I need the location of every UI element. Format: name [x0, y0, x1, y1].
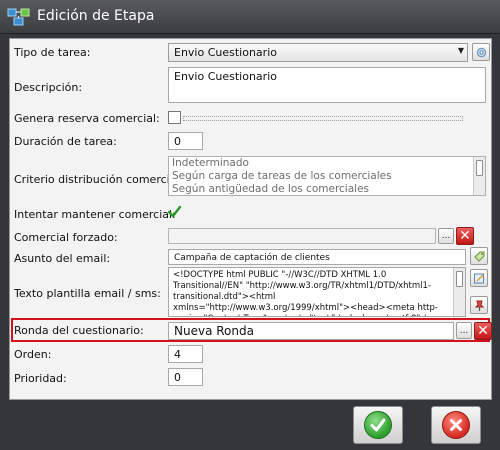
prioridad-input[interactable]: 0 [168, 368, 203, 386]
plantilla-value: <!DOCTYPE html PUBLIC "-//W3C//DTD XHTML… [173, 270, 438, 316]
asunto-value: Campaña de captación de clientes [174, 253, 330, 263]
mantener-checkbox-checked[interactable] [167, 205, 182, 219]
prioridad-label: Prioridad: [14, 372, 67, 385]
ronda-input[interactable]: Nueva Ronda [168, 322, 454, 340]
pin-icon [474, 300, 484, 311]
comercial-forzado-label: Comercial forzado: [14, 231, 118, 244]
comercial-forzado-input[interactable] [168, 228, 436, 244]
orden-value: 4 [174, 348, 181, 361]
accept-icon [364, 411, 392, 439]
tipo-tarea-value: Envio Cuestionario [174, 46, 277, 59]
descripcion-value: Envio Cuestionario [174, 70, 277, 83]
asunto-input[interactable]: Campaña de captación de clientes [168, 249, 466, 265]
tipo-tarea-label: Tipo de tarea: [14, 46, 91, 59]
chevron-down-icon: ▼ [457, 46, 464, 55]
window-title: Edición de Etapa [37, 8, 155, 24]
orden-input[interactable]: 4 [168, 345, 203, 363]
duracion-input[interactable]: 0 [168, 132, 203, 150]
ronda-value: Nueva Ronda [174, 324, 254, 338]
prioridad-value: 0 [174, 371, 181, 384]
cancel-icon [442, 411, 470, 439]
close-icon: ✕ [477, 323, 489, 339]
puzzle-settings-icon [476, 47, 486, 57]
comercial-browse-label: ... [441, 231, 451, 241]
list-item[interactable]: Según carga de tareas de los comerciales [169, 170, 485, 183]
comercial-browse-button[interactable]: ... [438, 228, 454, 244]
edit-template-icon [473, 273, 484, 283]
tipo-tarea-select[interactable]: Envio Cuestionario ▼ [168, 43, 468, 62]
asunto-tag-button[interactable] [470, 247, 488, 265]
mantener-label: Intentar mantener comercial: [14, 208, 176, 221]
list-item[interactable]: Según antigüedad de los comerciales [169, 183, 485, 195]
genera-reserva-checkbox[interactable] [168, 111, 181, 124]
descripcion-textarea[interactable]: Envio Cuestionario [168, 67, 486, 103]
ronda-clear-button[interactable]: ✕ [474, 322, 492, 340]
stage-icon [7, 8, 30, 26]
plantilla-edit-button[interactable] [470, 269, 488, 287]
edit-stage-dialog: Edición de Etapa Tipo de tarea: Envio Cu… [0, 0, 500, 450]
close-icon: ✕ [459, 228, 471, 244]
settings-button[interactable] [472, 43, 490, 61]
tag-icon [473, 251, 484, 262]
duracion-label: Duración de tarea: [14, 135, 117, 148]
cancel-button[interactable] [431, 406, 481, 444]
form-panel: Tipo de tarea: Envio Cuestionario ▼ Desc… [9, 38, 492, 400]
checkbox-focus-indicator [183, 116, 463, 121]
ronda-browse-label: ... [459, 325, 469, 336]
plantilla-textarea[interactable]: <!DOCTYPE html PUBLIC "-//W3C//DTD XHTML… [168, 267, 466, 317]
accept-button[interactable] [353, 406, 403, 444]
ronda-label: Ronda del cuestionario: [14, 324, 144, 337]
title-bar: Edición de Etapa [0, 0, 500, 34]
scroll-thumb[interactable] [456, 271, 463, 287]
plantilla-label: Texto plantilla email / sms: [14, 287, 161, 300]
orden-label: Orden: [14, 348, 52, 361]
comercial-clear-button[interactable]: ✕ [456, 227, 474, 245]
plantilla-pin-button[interactable] [470, 296, 488, 314]
list-item[interactable]: Indeterminado [169, 157, 485, 170]
descripcion-label: Descripción: [14, 81, 83, 94]
asunto-label: Asunto del email: [14, 252, 111, 265]
criterio-listbox[interactable]: Indeterminado Según carga de tareas de l… [168, 156, 486, 196]
ronda-browse-button[interactable]: ... [456, 322, 472, 339]
genera-reserva-label: Genera reserva comercial: [14, 112, 160, 125]
scrollbar[interactable] [473, 157, 485, 195]
scrollbar[interactable] [453, 268, 465, 316]
scroll-thumb[interactable] [476, 160, 483, 176]
duracion-value: 0 [174, 135, 181, 148]
